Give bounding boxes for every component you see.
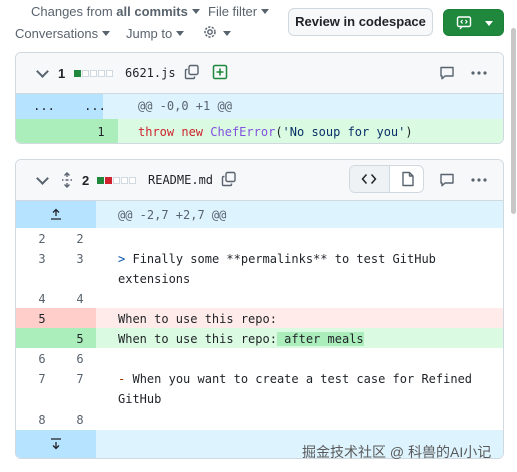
caret-down-icon xyxy=(102,31,111,37)
view-toggle xyxy=(349,165,424,193)
copy-icon[interactable] xyxy=(221,171,237,187)
old-line-number[interactable]: 5 xyxy=(22,312,62,326)
old-line-number[interactable]: 4 xyxy=(22,292,62,306)
source-view-button[interactable] xyxy=(350,166,390,192)
line-code: - When you want to create a test case fo… xyxy=(118,372,473,386)
diff-line-context: 3 3 > Finally some **permalinks** to tes… xyxy=(16,248,503,288)
file-filter-dropdown[interactable]: File filter xyxy=(208,4,270,19)
diff-line-context: 7 7 - When you want to create a test cas… xyxy=(16,368,503,408)
line-code: throw new ChefError('No soup for you') xyxy=(138,125,413,139)
scrollbar[interactable] xyxy=(511,28,516,214)
diffstat-neutral xyxy=(82,70,89,77)
expand-right[interactable]: ... xyxy=(75,99,115,113)
old-line-number[interactable]: 7 xyxy=(22,372,62,386)
hunk-header: @@ -2,7 +2,7 @@ xyxy=(118,208,227,222)
hunk-header-row: ... ... @@ -0,0 +1 @@ xyxy=(16,94,503,119)
caret-down-icon xyxy=(191,9,200,15)
chevron-down-icon[interactable] xyxy=(36,172,49,185)
caret-down-icon xyxy=(223,31,231,36)
diffstat-added xyxy=(97,177,104,184)
review-button-label: Review in codespace xyxy=(295,14,426,29)
diffstat-added xyxy=(74,70,81,77)
file-icon xyxy=(402,171,414,187)
file-header: 2 README.md xyxy=(16,160,503,201)
change-count: 1 xyxy=(58,66,66,81)
diff-line-context: 2 2 xyxy=(16,228,503,248)
diffstat-deleted xyxy=(105,177,112,184)
new-line-number[interactable]: 5 xyxy=(60,332,100,346)
hunk-header-row: @@ -2,7 +2,7 @@ xyxy=(16,201,503,228)
new-line-number[interactable]: 2 xyxy=(60,232,100,246)
settings-dropdown[interactable] xyxy=(201,23,231,43)
old-line-number[interactable]: 3 xyxy=(22,252,62,266)
fold-up-icon xyxy=(51,208,61,220)
jump-to-dropdown[interactable]: Jump to xyxy=(126,26,185,41)
diffstat-neutral xyxy=(113,177,120,184)
kebab-horizontal-icon[interactable] xyxy=(470,172,488,188)
new-line-number[interactable]: 7 xyxy=(60,372,100,386)
code-icon xyxy=(361,174,377,184)
line-code: > Finally some **permalinks** to test Gi… xyxy=(118,252,436,266)
changes-from-value: all commits xyxy=(116,4,188,19)
conversations-label: Conversations xyxy=(15,26,99,41)
new-line-number[interactable]: 4 xyxy=(60,292,100,306)
rich-view-button[interactable] xyxy=(390,166,423,192)
file-name[interactable]: 6621.js xyxy=(125,66,176,80)
changes-from-dropdown[interactable]: Changes from all commits xyxy=(31,4,200,19)
diff-line-added: 5 When to use this repo: after meals xyxy=(16,328,503,348)
line-code-wrap: extensions xyxy=(118,272,191,286)
file-added-icon xyxy=(212,64,228,80)
change-count: 2 xyxy=(82,173,90,188)
new-line-number[interactable]: 3 xyxy=(60,252,100,266)
diff-line-deleted: 5 When to use this repo: xyxy=(16,308,503,328)
fold-down-icon xyxy=(51,438,61,450)
line-code: When to use this repo: xyxy=(118,312,277,326)
hunk-header: @@ -0,0 +1 @@ xyxy=(138,99,232,113)
line-code: When to use this repo: after meals xyxy=(118,332,364,346)
added-text-highlight: after meals xyxy=(276,332,364,346)
diff-line-context: 4 4 xyxy=(16,288,503,308)
copy-icon[interactable] xyxy=(184,64,200,80)
conversations-dropdown[interactable]: Conversations xyxy=(15,26,111,41)
diffstat-neutral xyxy=(90,70,97,77)
diffstat-neutral xyxy=(98,70,105,77)
diffstat-neutral xyxy=(106,70,113,77)
caret-down-icon xyxy=(261,9,270,15)
diff-file-readme-md: 2 README.md @@ -2,7 +2,7 @@ 2 2 3 3 > Fi… xyxy=(15,159,504,459)
new-line-number[interactable]: 8 xyxy=(60,413,100,427)
caret-down-icon xyxy=(176,31,185,37)
old-line-number[interactable]: 2 xyxy=(22,232,62,246)
diff-line-context: 6 6 xyxy=(16,348,503,368)
comment-icon[interactable] xyxy=(439,172,455,188)
old-line-number[interactable]: 6 xyxy=(22,352,62,366)
comment-icon[interactable] xyxy=(439,65,455,81)
kebab-horizontal-icon[interactable] xyxy=(470,65,488,81)
expand-up-button[interactable] xyxy=(16,201,96,228)
file-filter-label: File filter xyxy=(208,4,258,19)
file-name[interactable]: README.md xyxy=(148,173,213,187)
expand-left[interactable]: ... xyxy=(24,99,64,113)
review-in-codespace-button[interactable]: Review in codespace xyxy=(288,8,433,36)
unfold-icon[interactable] xyxy=(60,172,74,188)
new-line-number[interactable]: 1 xyxy=(81,125,121,139)
diffstat-neutral xyxy=(129,177,136,184)
gear-icon xyxy=(204,26,216,38)
code-review-icon xyxy=(456,16,472,30)
line-code-wrap: GitHub xyxy=(118,392,162,406)
jump-to-label: Jump to xyxy=(126,26,173,41)
diff-file-6621-js: 1 6621.js ... ... @@ -0,0 +1 @@ 1 throw … xyxy=(15,52,504,144)
chevron-down-icon[interactable] xyxy=(36,65,49,78)
diffstat-neutral xyxy=(121,177,128,184)
watermark: 掘金技术社区 @ 科兽的AI小记 xyxy=(302,444,492,460)
expand-down-button[interactable] xyxy=(16,430,96,458)
diff-line-added: 1 throw new ChefError('No soup for you') xyxy=(16,119,503,143)
caret-down-icon xyxy=(485,21,493,26)
diff-line-context: 8 8 xyxy=(16,408,503,430)
new-line-number[interactable]: 6 xyxy=(60,352,100,366)
file-header: 1 6621.js xyxy=(16,53,503,94)
old-line-number[interactable]: 8 xyxy=(22,413,62,427)
code-actions-button[interactable] xyxy=(443,9,504,36)
changes-from-label: Changes from xyxy=(31,4,113,19)
